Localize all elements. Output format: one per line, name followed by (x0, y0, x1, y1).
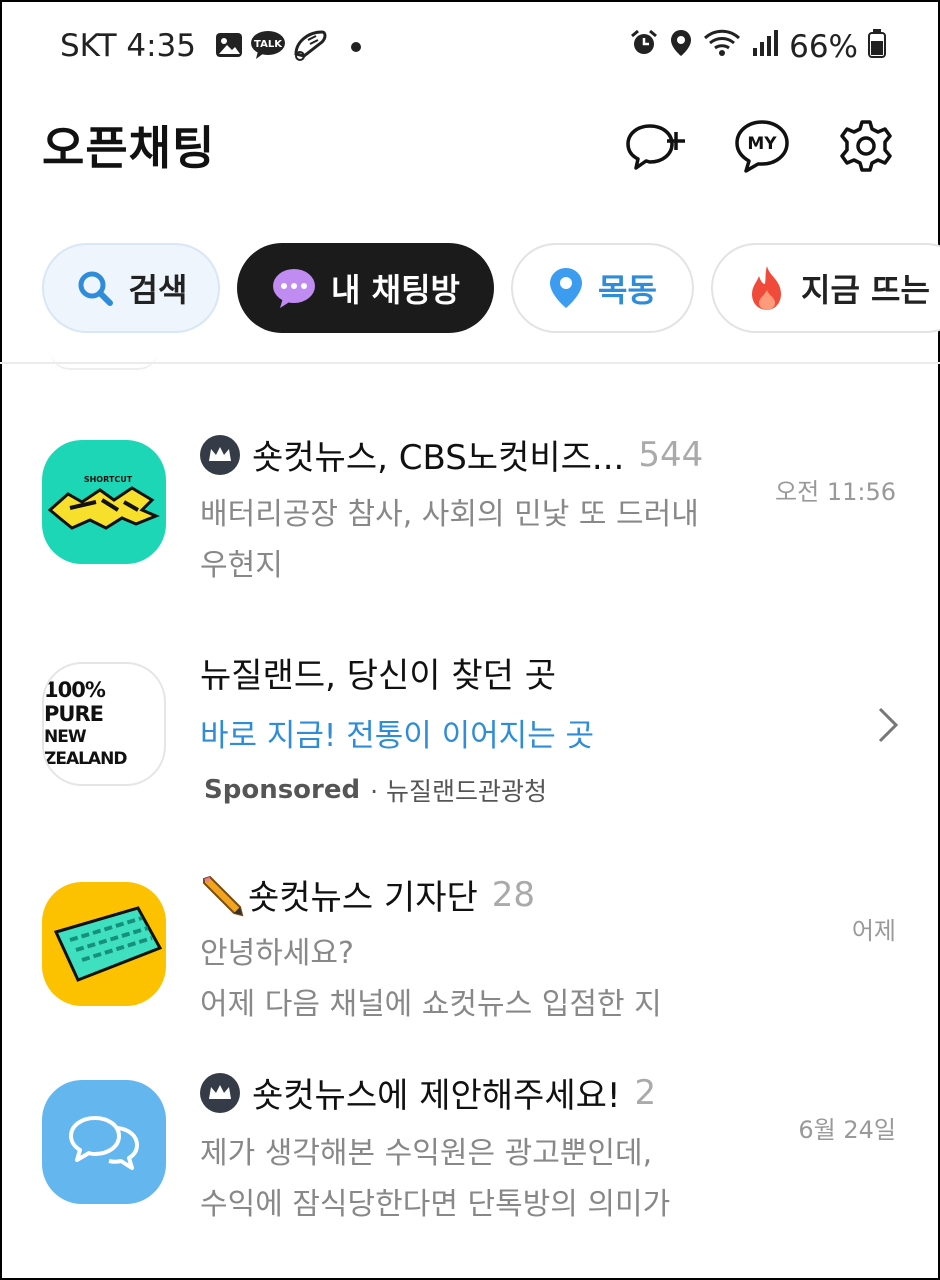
ad-logo-line-2: NEW ZEALAND (44, 727, 127, 769)
filter-chips: 검색 내 채팅방 목동 지금 뜨는 (42, 243, 940, 335)
scrolled-avatar-edge (50, 350, 158, 370)
chip-location[interactable]: 목동 (511, 243, 694, 333)
chip-label: 지금 뜨는 (801, 271, 930, 309)
chat-avatar (42, 1080, 166, 1204)
system-icons: 66% (629, 28, 886, 66)
keyboard-icon (53, 906, 163, 982)
ad-logo-line-1: 100% PURE (44, 678, 106, 726)
search-icon (75, 268, 115, 308)
chat-time: 어제 (851, 917, 896, 945)
sponsored-item[interactable]: 100% PURE NEW ZEALAND 뉴질랜드, 당신이 찾던 곳 바로 … (0, 640, 940, 820)
preview-line: 수익에 잠식당한다면 단톡방의 의미가 (200, 1187, 671, 1222)
chat-item[interactable]: 숏컷뉴스에 제안해주세요! 2 6월 24일 제가 생각해본 수익원은 광고뿐인… (0, 1068, 940, 1238)
chat-bubble-icon (271, 267, 317, 309)
chat-preview: 제가 생각해본 수익원은 광고뿐인데, 수익에 잠식당한다면 단톡방의 의미가 (200, 1128, 740, 1230)
crown-icon (200, 1072, 240, 1113)
kakaotalk-icon: TALK (250, 29, 286, 65)
settings-icon (840, 120, 892, 172)
preview-line: 배터리공장 참사, 사회의 민낯 또 드러내 (200, 497, 699, 532)
chat-title: 숏컷뉴스 기자단 (248, 878, 478, 918)
shortcut-logo-icon: SHORTCUT (47, 475, 160, 530)
my-icon: MY (735, 120, 789, 173)
chat-item[interactable]: SHORTCUT 숏컷뉴스, CBS노컷비즈... 544 오전 11:56 배… (0, 420, 940, 610)
status-bar: SKT 4:35 TALK 66% (0, 0, 940, 92)
preview-line: 어제 다음 채널에 쇼컷뉴스 입점한 지 (200, 987, 662, 1022)
preview-line: 안녕하세요? (200, 936, 354, 971)
chip-label: 목동 (598, 271, 657, 309)
chat-title-row: 숏컷뉴스 기자단 28 (200, 870, 535, 919)
chat-time: 오전 11:56 (775, 478, 896, 506)
settings-button[interactable] (834, 118, 898, 174)
wifi-icon (703, 28, 741, 66)
my-label: MY (747, 134, 777, 154)
chip-label: 내 채팅방 (331, 271, 460, 309)
chat-preview: 배터리공장 참사, 사회의 민낯 또 드러내 우현지 (200, 489, 740, 591)
chat-title: 숏컷뉴스, CBS노컷비즈... (252, 438, 625, 478)
sneaker-icon (292, 28, 328, 66)
advertiser-name: · 뉴질랜드관광청 (370, 777, 548, 806)
fire-icon (747, 264, 787, 312)
pencil-icon (200, 873, 244, 917)
my-button[interactable]: MY (730, 118, 794, 174)
page-title: 오픈채팅 (42, 121, 216, 175)
ad-title: 뉴질랜드, 당신이 찾던 곳 (200, 656, 557, 696)
ad-sponsor-row: Sponsored · 뉴질랜드관광청 (204, 772, 547, 808)
crown-icon (200, 434, 240, 475)
location-pin-icon (548, 266, 584, 310)
chat-title-row: 숏컷뉴스에 제안해주세요! 2 (200, 1068, 656, 1117)
dot-icon (350, 38, 362, 57)
alarm-icon (629, 28, 659, 66)
location-icon (669, 28, 693, 66)
chat-time: 6월 24일 (798, 1116, 896, 1144)
new-chat-icon (626, 124, 685, 170)
notification-icons: TALK (214, 30, 362, 64)
battery-icon (868, 28, 886, 66)
chevron-right-icon (876, 706, 900, 748)
chat-preview: 안녕하세요? 어제 다음 채널에 쇼컷뉴스 입점한 지 (200, 928, 740, 1030)
chat-bubbles-icon (69, 1116, 139, 1170)
sponsored-label: Sponsored (204, 775, 361, 805)
battery-text: 66% (789, 29, 858, 65)
signal-icon (751, 28, 779, 66)
member-count: 28 (491, 874, 536, 915)
chat-item[interactable]: 숏컷뉴스 기자단 28 어제 안녕하세요? 어제 다음 채널에 쇼컷뉴스 입점한… (0, 868, 940, 1038)
chip-my-chats[interactable]: 내 채팅방 (237, 243, 494, 333)
chat-title-row: 숏컷뉴스, CBS노컷비즈... 544 (200, 430, 703, 479)
chat-avatar: SHORTCUT (42, 440, 166, 564)
member-count: 2 (634, 1072, 657, 1113)
chat-avatar (42, 882, 166, 1006)
svg-text:SHORTCUT: SHORTCUT (84, 475, 133, 484)
chip-search[interactable]: 검색 (42, 243, 220, 333)
preview-line: 제가 생각해본 수익원은 광고뿐인데, (200, 1136, 653, 1171)
member-count: 544 (638, 434, 704, 475)
chat-title: 숏컷뉴스에 제안해주세요! (252, 1076, 621, 1116)
new-chat-button[interactable] (624, 118, 688, 174)
ad-subtitle: 바로 지금! 전통이 이어지는 곳 (200, 718, 595, 754)
svg-text:TALK: TALK (254, 39, 283, 50)
ad-avatar: 100% PURE NEW ZEALAND (42, 662, 166, 786)
chip-label: 검색 (128, 271, 188, 309)
chip-trending[interactable]: 지금 뜨는 (711, 243, 940, 333)
gallery-icon (214, 30, 244, 64)
preview-line: 우현지 (200, 548, 283, 583)
carrier-time: SKT 4:35 (60, 28, 197, 64)
